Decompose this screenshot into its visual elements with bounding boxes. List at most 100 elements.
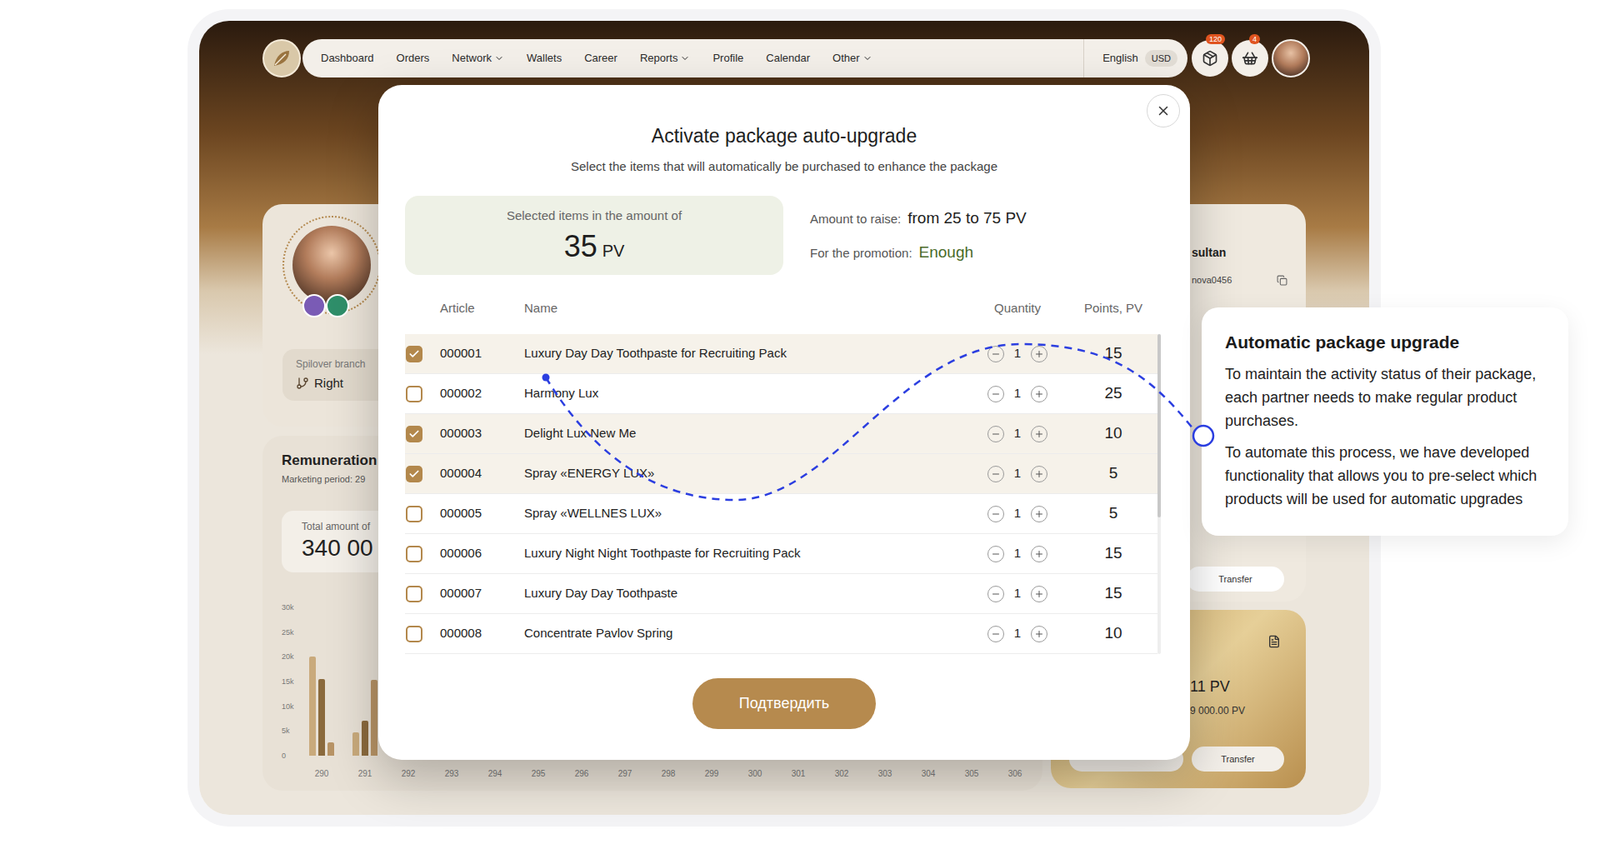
- check-icon: [408, 428, 420, 440]
- nav-item[interactable]: Reports: [640, 50, 691, 67]
- y-tick: 15k: [281, 676, 300, 687]
- plus-icon: [1034, 549, 1045, 560]
- row-checkbox[interactable]: [405, 345, 423, 363]
- logo[interactable]: [262, 39, 301, 78]
- page: Dashboard Orders Network Wallets Career Repor…: [0, 0, 1600, 849]
- minus-icon: [990, 549, 1001, 560]
- increase-button[interactable]: [1030, 465, 1048, 483]
- x-tick: 294: [473, 767, 517, 780]
- quantity-stepper: 1: [971, 384, 1064, 404]
- decrease-button[interactable]: [987, 625, 1005, 643]
- rank-badge: [302, 294, 326, 318]
- document-icon[interactable]: [1267, 635, 1281, 649]
- nav-item[interactable]: Calendar: [765, 50, 810, 67]
- plus-icon: [1034, 429, 1045, 440]
- scrollbar[interactable]: [1157, 334, 1161, 655]
- decrease-button[interactable]: [987, 385, 1005, 403]
- badge: 120: [1205, 34, 1225, 45]
- profile-photo: [292, 225, 371, 305]
- chevron-down-icon: [494, 53, 505, 64]
- increase-button[interactable]: [1030, 545, 1048, 563]
- close-icon: [1155, 103, 1171, 119]
- increase-button[interactable]: [1030, 425, 1048, 443]
- plus-icon: [1034, 349, 1045, 360]
- nav-item[interactable]: Dashboard: [320, 50, 375, 67]
- nav-item[interactable]: Network: [451, 50, 505, 67]
- decrease-button[interactable]: [987, 345, 1005, 363]
- minus-icon: [990, 349, 1001, 360]
- row-checkbox[interactable]: [405, 465, 423, 483]
- increase-button[interactable]: [1030, 385, 1048, 403]
- x-tick: 293: [430, 767, 474, 780]
- rank-badge: [325, 294, 350, 318]
- x-tick: 300: [733, 767, 777, 780]
- language-selector[interactable]: EnglishUSD: [1083, 39, 1181, 78]
- x-tick: 295: [516, 767, 560, 780]
- nav-item[interactable]: Wallets: [526, 50, 562, 67]
- table-row[interactable]: 000003Delight Lux New Me110: [405, 414, 1158, 455]
- y-tick: 0: [281, 750, 300, 761]
- copy-icon[interactable]: [1276, 275, 1288, 286]
- y-tick: 30k: [281, 602, 300, 613]
- package-button[interactable]: 120: [1191, 40, 1229, 77]
- plus-icon: [1034, 509, 1045, 520]
- modal-title: Activate package auto-upgrade: [405, 123, 1164, 149]
- x-tick: 297: [603, 767, 647, 780]
- nav-item[interactable]: Career: [584, 50, 618, 67]
- transfer-button[interactable]: Transfer: [1186, 566, 1285, 592]
- quantity-stepper: 1: [971, 624, 1064, 644]
- chevron-down-icon: [680, 53, 690, 64]
- confirm-button[interactable]: Подтвердить: [692, 678, 876, 730]
- cart-button[interactable]: 4: [1231, 40, 1269, 77]
- table-row[interactable]: 000006Luxury Night Night Toothpaste for …: [405, 534, 1158, 575]
- y-tick: 5k: [281, 725, 300, 736]
- annotation-card: Automatic package upgradeTo maintain the…: [1201, 307, 1569, 536]
- package-icon: [1201, 50, 1219, 67]
- selected-sum-box: Selected items in the amount of35PV: [405, 195, 784, 275]
- products-table: ArticleNameQuantityPoints, PV000001Luxur…: [405, 283, 1161, 655]
- decrease-button[interactable]: [987, 545, 1005, 563]
- nav-item[interactable]: Other: [832, 50, 873, 67]
- auto-upgrade-modal: Activate package auto-upgrade Select the …: [378, 85, 1190, 760]
- x-tick: 290: [300, 767, 344, 780]
- increase-button[interactable]: [1030, 585, 1048, 603]
- transfer-button[interactable]: Transfer: [1191, 746, 1285, 772]
- row-checkbox[interactable]: [405, 625, 423, 643]
- decrease-button[interactable]: [987, 585, 1005, 603]
- x-tick: 299: [690, 767, 734, 780]
- y-tick: 25k: [281, 627, 300, 638]
- decrease-button[interactable]: [987, 505, 1005, 523]
- decrease-button[interactable]: [987, 465, 1005, 483]
- x-tick: 291: [343, 767, 387, 780]
- x-tick: 304: [906, 767, 950, 780]
- row-checkbox[interactable]: [405, 585, 423, 603]
- bar: [361, 720, 369, 756]
- plus-icon: [1034, 469, 1045, 480]
- quantity-stepper: 1: [971, 504, 1064, 524]
- leaf-logo-icon: [270, 47, 293, 70]
- row-checkbox[interactable]: [405, 505, 423, 523]
- plus-icon: [1034, 629, 1045, 640]
- x-tick: 292: [386, 767, 430, 780]
- increase-button[interactable]: [1030, 625, 1048, 643]
- nav-item[interactable]: Profile: [712, 50, 744, 67]
- table-row[interactable]: 000007Luxury Day Day Toothpaste115: [405, 574, 1158, 615]
- close-button[interactable]: [1146, 94, 1180, 128]
- table-row[interactable]: 000002Harmony Lux125: [405, 374, 1158, 415]
- user-avatar[interactable]: [1271, 39, 1310, 78]
- table-row[interactable]: 000005Spray «WELLNES LUX»15: [405, 494, 1158, 535]
- nav-item[interactable]: Orders: [396, 50, 430, 67]
- minus-icon: [990, 429, 1001, 440]
- table-row[interactable]: 000001Luxury Day Day Toothpaste for Recr…: [405, 334, 1158, 375]
- table-row[interactable]: 000004Spray «ENERGY LUX»15: [405, 454, 1158, 495]
- row-checkbox[interactable]: [405, 425, 423, 443]
- increase-button[interactable]: [1030, 505, 1048, 523]
- row-checkbox[interactable]: [405, 545, 423, 563]
- increase-button[interactable]: [1030, 345, 1048, 363]
- decrease-button[interactable]: [987, 425, 1005, 443]
- top-bar: Dashboard Orders Network Wallets Career Repor…: [199, 20, 1370, 78]
- row-checkbox[interactable]: [405, 385, 423, 403]
- x-tick: 301: [776, 767, 820, 780]
- modal-subtitle: Select the items that will automatically…: [405, 158, 1164, 175]
- table-row[interactable]: 000008Concentrate Pavlov Spring110: [405, 614, 1158, 655]
